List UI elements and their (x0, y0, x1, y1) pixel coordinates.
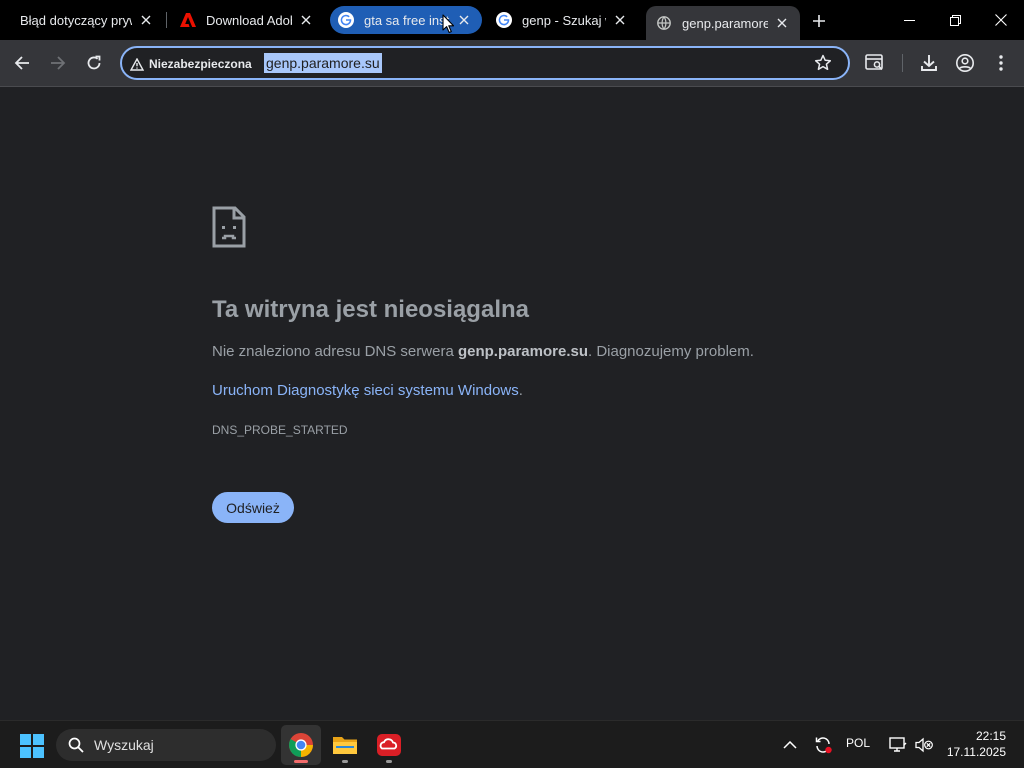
active-indicator (294, 760, 308, 763)
minimize-icon (903, 19, 915, 21)
download-icon (921, 55, 937, 71)
taskbar-app-creative-cloud[interactable] (369, 725, 409, 765)
windows-start-icon[interactable] (20, 734, 44, 758)
clock-time: 22:15 (975, 729, 1006, 743)
globe-icon (656, 15, 672, 31)
tab-download-adobe[interactable]: Download Adobe (168, 6, 324, 34)
tab-title: gta sa free install (364, 12, 450, 28)
error-host: genp.paramore.su (457, 343, 588, 360)
google-lens-button[interactable] (864, 52, 886, 74)
tab-strip: Błąd dotyczący prywatności Download Adob… (0, 0, 1024, 40)
clock-date: 17.11.2025 (946, 745, 1006, 759)
error-description-tail: . Diagnozujemy problem. (588, 343, 754, 360)
plus-icon (813, 15, 825, 27)
restore-button[interactable] (932, 8, 978, 32)
network-diagnostics-link-text[interactable]: Uruchom Diagnostykę sieci systemu Window… (212, 382, 519, 399)
error-description: Nie znaleziono adresu DNS serwera genp.p… (212, 343, 754, 360)
close-icon (995, 14, 1007, 26)
close-icon[interactable] (456, 12, 472, 28)
forward-button[interactable] (45, 50, 71, 76)
system-clock[interactable]: 22:15 17.11.2025 (944, 728, 1006, 760)
close-icon[interactable] (138, 12, 154, 28)
account-icon (956, 54, 974, 72)
search-placeholder: Wyszukaj (94, 737, 154, 753)
toolbar-separator (902, 54, 903, 72)
tab-title: Błąd dotyczący prywatności (20, 12, 132, 28)
downloads-button[interactable] (918, 52, 940, 74)
reload-button[interactable] (81, 50, 107, 76)
google-icon (496, 12, 512, 28)
chevron-up-icon (783, 741, 797, 749)
toolbar: Niezabezpieczona genp.paramore.su (0, 40, 1024, 87)
show-hidden-icons-button[interactable] (780, 733, 800, 757)
reload-page-button[interactable]: Odśwież (212, 492, 294, 523)
kebab-menu-icon (999, 55, 1003, 71)
search-icon (68, 737, 84, 753)
taskbar-app-file-explorer[interactable] (325, 725, 365, 765)
new-tab-button[interactable] (808, 10, 830, 32)
restore-icon (949, 14, 961, 26)
close-icon[interactable] (612, 12, 628, 28)
error-code: DNS_PROBE_STARTED (212, 423, 348, 437)
url-text[interactable]: genp.paramore.su (264, 53, 382, 73)
taskbar-app-chrome[interactable] (281, 725, 321, 765)
page-search-icon (865, 54, 883, 71)
arrow-right-icon (51, 56, 66, 70)
speaker-muted-icon (915, 737, 933, 753)
google-icon (338, 12, 354, 28)
address-bar[interactable]: Niezabezpieczona genp.paramore.su (120, 46, 850, 80)
link-suffix: . (518, 382, 523, 399)
profile-button[interactable] (954, 52, 976, 74)
running-indicator (342, 760, 348, 763)
volume-tray-button[interactable] (912, 733, 936, 757)
bookmark-star-icon[interactable] (814, 54, 834, 74)
taskbar-search-box[interactable]: Wyszukaj (56, 729, 276, 761)
arrow-left-icon (14, 56, 29, 70)
close-window-button[interactable] (978, 8, 1024, 32)
menu-button[interactable] (990, 52, 1012, 74)
adobe-creative-cloud-icon (377, 734, 401, 756)
back-button[interactable] (9, 50, 35, 76)
sync-icon (815, 737, 832, 754)
error-title: Ta witryna jest nieosiągalna (212, 296, 529, 323)
input-language-indicator[interactable]: POL (846, 736, 870, 750)
file-explorer-icon (333, 737, 357, 754)
tab-title: Download Adobe (206, 12, 292, 28)
network-icon (889, 737, 907, 752)
tab-genp-search[interactable]: genp - Szukaj w Google (488, 6, 638, 34)
security-label: Niezabezpieczona (149, 57, 252, 71)
security-chip[interactable]: Niezabezpieczona (130, 55, 252, 73)
network-diagnostics-link[interactable]: Uruchom Diagnostykę sieci systemu Window… (212, 382, 523, 399)
sad-page-icon (212, 206, 246, 248)
running-indicator (386, 760, 392, 763)
error-description-text: Nie znaleziono adresu DNS serwera (212, 343, 458, 360)
tab-genp-paramore[interactable]: genp.paramore.su (646, 6, 800, 40)
minimize-button[interactable] (886, 8, 932, 32)
taskbar: Wyszukaj POL 22:15 17.11.2025 (0, 720, 1024, 768)
tab-privacy-error[interactable]: Błąd dotyczący prywatności (0, 6, 164, 34)
mouse-cursor-icon (442, 14, 454, 34)
tab-gta-sa[interactable]: gta sa free install (330, 6, 482, 34)
sync-tray-button[interactable] (810, 733, 836, 757)
close-icon[interactable] (298, 12, 314, 28)
close-icon[interactable] (774, 15, 790, 31)
reload-icon (87, 55, 101, 70)
network-tray-button[interactable] (886, 733, 910, 757)
warning-icon (130, 57, 144, 71)
tab-title: genp - Szukaj w Google (522, 12, 606, 28)
tab-title: genp.paramore.su (682, 15, 768, 31)
tab-separator (166, 12, 167, 28)
chrome-icon (289, 733, 313, 757)
adobe-icon (180, 12, 196, 28)
